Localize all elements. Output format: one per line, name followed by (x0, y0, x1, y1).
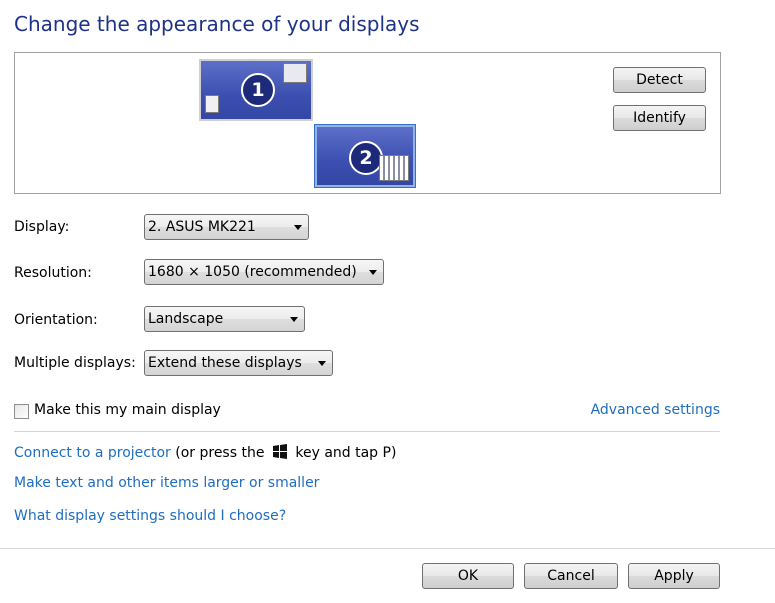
dropdown-arrow-icon (294, 225, 302, 230)
identify-button[interactable]: Identify (613, 105, 706, 131)
detect-button[interactable]: Detect (613, 67, 706, 93)
monitor-2-tile[interactable]: 2 (315, 125, 415, 187)
page-title: Change the appearance of your displays (14, 12, 420, 36)
monitor-1-tile[interactable]: 1 (199, 59, 313, 121)
apply-button[interactable]: Apply (628, 563, 720, 589)
divider (14, 431, 720, 432)
windows-logo-icon (272, 444, 287, 459)
ok-button[interactable]: OK (422, 563, 514, 589)
dropdown-arrow-icon (290, 317, 298, 322)
orientation-select[interactable]: Landscape (144, 306, 305, 332)
dropdown-arrow-icon (318, 361, 326, 366)
connect-projector-link[interactable]: Connect to a projector (14, 445, 171, 461)
advanced-settings-link[interactable]: Advanced settings (591, 402, 720, 418)
main-display-checkbox[interactable] (14, 404, 29, 419)
multiple-displays-select[interactable]: Extend these displays (144, 350, 333, 376)
display-arrangement-preview: 1 2 Detect Identify (14, 52, 721, 194)
orientation-label: Orientation: (14, 312, 98, 328)
projector-hint-prefix: (or press the (175, 445, 265, 461)
display-label: Display: (14, 219, 70, 235)
monitor-2-number: 2 (349, 141, 383, 175)
resolution-select-value: 1680 × 1050 (recommended) (148, 264, 357, 280)
monitor-2-grid-icon (379, 155, 409, 181)
footer-divider (0, 548, 775, 549)
resolution-label: Resolution: (14, 265, 92, 281)
display-select-value: 2. ASUS MK221 (148, 219, 256, 235)
monitor-1-window-icon (283, 63, 307, 83)
multiple-displays-select-value: Extend these displays (148, 355, 302, 371)
main-display-label: Make this my main display (34, 402, 221, 418)
cancel-button[interactable]: Cancel (524, 563, 618, 589)
projector-hint-suffix: key and tap P) (295, 445, 397, 461)
monitor-1-number: 1 (241, 73, 275, 107)
display-select[interactable]: 2. ASUS MK221 (144, 214, 309, 240)
display-settings-help-link[interactable]: What display settings should I choose? (14, 508, 286, 524)
monitor-1-computer-icon (205, 95, 219, 113)
orientation-select-value: Landscape (148, 311, 224, 327)
dropdown-arrow-icon (369, 270, 377, 275)
text-size-link[interactable]: Make text and other items larger or smal… (14, 475, 319, 491)
resolution-select[interactable]: 1680 × 1050 (recommended) (144, 259, 384, 285)
multiple-displays-label: Multiple displays: (14, 355, 136, 371)
projector-row: Connect to a projector (or press the key… (14, 444, 396, 461)
